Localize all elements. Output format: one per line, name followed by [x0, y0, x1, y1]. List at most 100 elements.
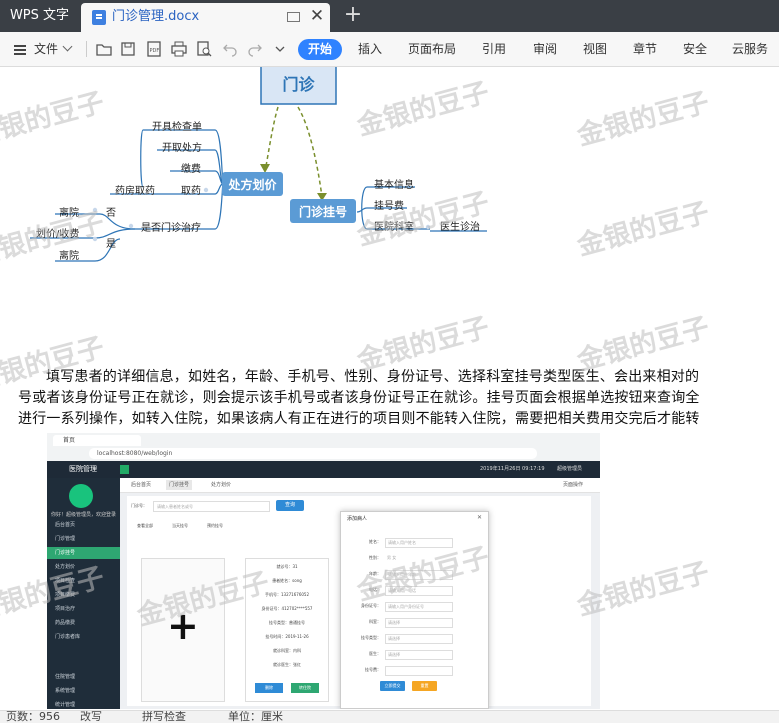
tab-security[interactable]: 安全	[683, 32, 707, 66]
embedded-modal-title: 添加病人	[347, 516, 368, 522]
mindmap-leaf: 挂号费	[374, 201, 404, 212]
status-overwrite[interactable]: 改写	[80, 711, 102, 723]
embedded-screenshot[interactable]: 首页 localhost:8080/web/login 医院管理 2019年11…	[47, 433, 600, 709]
mindmap-registration-label: 门诊挂号	[298, 205, 347, 219]
embedded-url-bar: localhost:8080/web/login	[89, 448, 537, 459]
embedded-patient-card: 就诊号：31 患者姓名：song 手机号：13271676052 身份证号：41…	[245, 558, 329, 702]
status-bar: 页数：956 改写 拼写检查 单位：厘米	[0, 710, 779, 723]
mindmap-diagram	[30, 67, 487, 262]
embedded-tabs: 后台首页 门诊挂号 处方划价 页面操作	[120, 478, 600, 493]
embedded-side-item: 项目治疗	[55, 606, 76, 612]
save-icon[interactable]	[119, 40, 137, 58]
print-icon[interactable]	[170, 40, 188, 58]
embedded-info-row: 就诊医生：张红	[273, 662, 301, 667]
embedded-welcome: 你好！超级管理员，欢迎登录	[50, 512, 116, 518]
tab-sections[interactable]: 章节	[633, 32, 657, 66]
mindmap-leaf: 开取处方	[162, 143, 202, 154]
embedded-side-item: 住院管理	[55, 674, 76, 680]
embedded-radio: 当天挂号	[172, 523, 188, 528]
embedded-photo-box: +	[141, 558, 225, 702]
embedded-search-input: 请输入患者姓名或号	[153, 501, 270, 512]
tab-cloud-service[interactable]: 云服务	[732, 32, 768, 66]
embedded-info-row: 就诊号：31	[276, 564, 298, 569]
embedded-side-item: 系统管理	[55, 688, 76, 694]
embedded-info-row: 挂号时间：2019-11-26	[265, 634, 309, 639]
title-bar: WPS 文字 门诊管理.docx ✕ +	[0, 0, 779, 32]
mindmap-leaf: 医院科室	[374, 222, 414, 233]
toolbar-divider	[86, 41, 87, 57]
undo-icon[interactable]	[221, 40, 239, 58]
open-folder-icon[interactable]	[95, 40, 113, 58]
mindmap-leaf: 离院	[59, 208, 79, 219]
embedded-side-item: 处方划价	[55, 564, 76, 570]
new-tab-button[interactable]: +	[342, 3, 364, 27]
print-preview-icon[interactable]	[195, 40, 213, 58]
embedded-field: 挂号类型： 请选择	[341, 632, 488, 644]
chevron-down-icon	[62, 41, 73, 52]
embedded-app-name: 医院管理	[69, 465, 97, 473]
embedded-app-header: 医院管理 2019年11月26日 09:17:19 超级管理员	[47, 461, 600, 478]
embedded-side-item: 后台首页	[55, 522, 76, 528]
embedded-reset-button: 重置	[412, 681, 437, 691]
close-tab-icon[interactable]: ✕	[307, 6, 327, 26]
embedded-info-row: 就诊科室：内科	[273, 648, 301, 653]
status-spellcheck[interactable]: 拼写检查	[142, 711, 186, 723]
embedded-field: 挂号费：	[341, 664, 488, 676]
file-menu-button[interactable]: 文件	[14, 32, 73, 66]
document-tab[interactable]: 门诊管理.docx ✕	[81, 3, 330, 32]
body-text-line-1[interactable]: 填写患者的详细信息，如姓名，年龄、手机号、性别、身份证号、选择科室挂号类型医生、…	[46, 366, 699, 386]
embedded-submit-button: 立即提交	[380, 681, 405, 691]
embedded-menu-icon	[120, 465, 129, 474]
embedded-tab: 处方划价	[211, 482, 232, 488]
plus-icon: +	[167, 604, 199, 648]
tab-insert[interactable]: 插入	[358, 32, 382, 66]
mindmap-leaf: 取药	[181, 186, 201, 197]
mindmap-leaf: 划价/收费	[36, 229, 80, 240]
mindmap-leaf: 开具检查单	[152, 122, 202, 133]
mindmap-prescription-label: 处方划价	[228, 178, 277, 192]
mindmap-leaf: 是否门诊治疗	[141, 223, 201, 234]
embedded-tab: 门诊挂号	[166, 480, 193, 490]
embedded-info-row: 患者姓名：song	[272, 578, 302, 583]
status-page-count[interactable]: 页数：956	[6, 711, 60, 723]
embedded-side-item: 统计管理	[55, 702, 76, 708]
status-units[interactable]: 单位：厘米	[228, 711, 283, 723]
mindmap-leaf: 否	[106, 208, 116, 219]
window-pin-icon[interactable]	[287, 12, 300, 22]
export-pdf-icon[interactable]: PDF	[145, 40, 163, 58]
tab-view[interactable]: 视图	[583, 32, 607, 66]
mindmap-leaf: 医生诊治	[440, 222, 480, 233]
embedded-side-item: 项目检查	[55, 578, 76, 584]
document-canvas[interactable]: 门诊 处方划价 门诊挂号 开具检查单 开取处方 缴费 取药 药房取药 是否门诊治…	[0, 67, 779, 710]
tab-references[interactable]: 引用	[482, 32, 506, 66]
embedded-datetime: 2019年11月26日 09:17:19	[480, 466, 545, 472]
embedded-sidebar: 你好！超级管理员，欢迎登录 后台首页 门诊管理 门诊挂号 处方划价 项目检查 项…	[47, 478, 120, 709]
file-menu-label: 文件	[34, 42, 59, 56]
mindmap-leaf: 基本信息	[374, 180, 414, 191]
embedded-field: 科室： 请选择	[341, 616, 488, 628]
embedded-side-item: 门诊管理	[55, 536, 76, 542]
embedded-field: 身份证号： 请输入用户身份证号	[341, 600, 488, 612]
embedded-transfer-button: 转住院	[291, 683, 319, 693]
app-name-tab[interactable]: WPS 文字	[0, 0, 79, 32]
mindmap-leaf: 是	[106, 239, 116, 250]
mindmap-leaf: 缴费	[181, 164, 201, 175]
quick-access-dropdown-icon[interactable]	[271, 40, 289, 58]
embedded-radio: 预约挂号	[207, 523, 223, 528]
svg-text:PDF: PDF	[150, 48, 160, 54]
tab-page-layout[interactable]: 页面布局	[408, 32, 456, 66]
hamburger-icon	[14, 48, 26, 51]
mindmap-leaf: 离院	[59, 251, 79, 262]
body-text-line-3[interactable]: 进行一系列操作，如转入住院，如果该病人有正在进行的项目则不能转入住院，需要把相关…	[18, 408, 700, 428]
embedded-search-button: 查询	[276, 500, 304, 511]
embedded-info-row: 身份证号：412702****557	[261, 606, 313, 611]
redo-icon[interactable]	[246, 40, 264, 58]
tab-review[interactable]: 审阅	[533, 32, 557, 66]
embedded-avatar	[69, 484, 93, 508]
body-text-line-2[interactable]: 号或者该身份证号正在就诊，则会提示该手机号或者该身份证号正在就诊。挂号页面会根据…	[18, 387, 700, 407]
embedded-tab: 后台首页	[131, 482, 152, 488]
close-icon: ✕	[476, 514, 482, 521]
embedded-side-item: 门诊挂号	[47, 547, 120, 559]
tab-start[interactable]: 开始	[298, 39, 342, 60]
embedded-tab: 页面操作	[563, 482, 584, 488]
